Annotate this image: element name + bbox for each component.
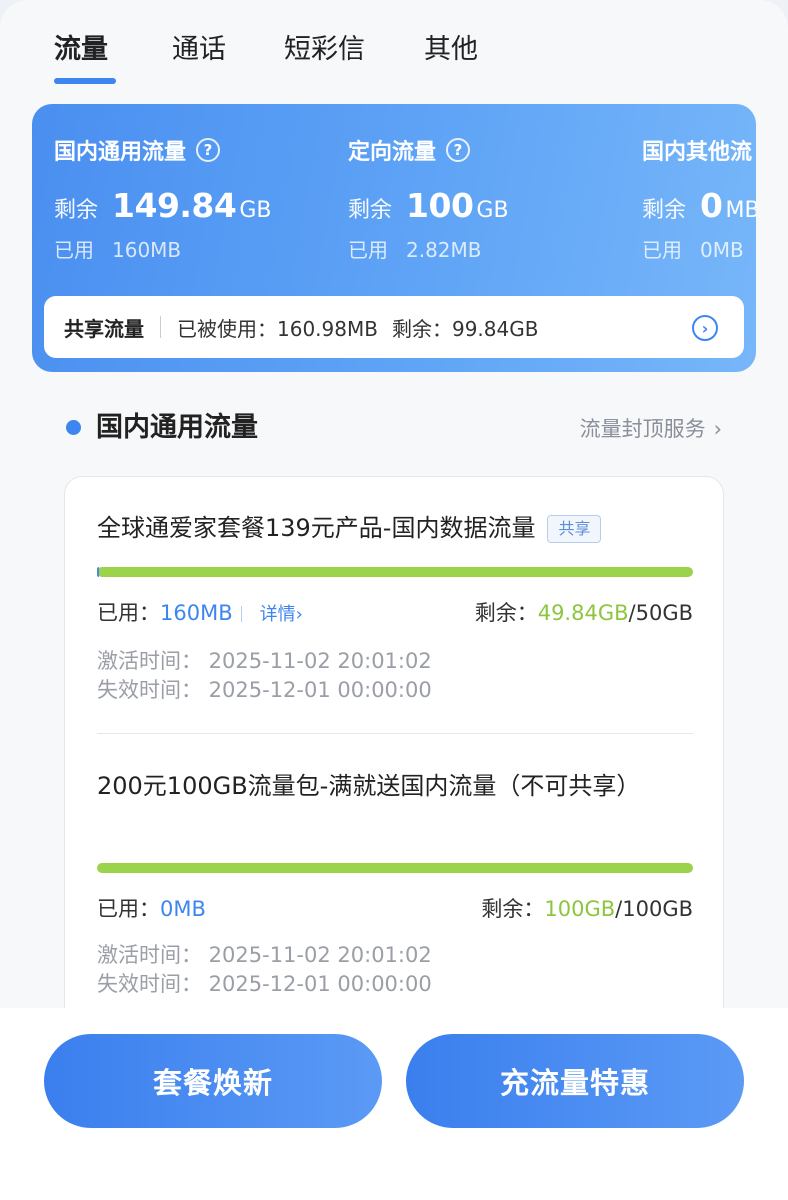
expiry-time: 失效时间： 2025-12-01 00:00:00: [97, 972, 432, 996]
plan-renew-button[interactable]: 套餐焕新: [44, 1034, 382, 1128]
section-header: 国内通用流量 流量封顶服务 ›: [66, 408, 722, 448]
package-name-row: 全球通爱家套餐139元产品-国内数据流量 共享: [97, 509, 693, 547]
data-recharge-button[interactable]: 充流量特惠: [406, 1034, 744, 1128]
help-icon[interactable]: ?: [446, 138, 471, 162]
remain-value: 149.84: [112, 186, 237, 225]
bottom-action-bar: 套餐焕新 充流量特惠: [0, 1008, 788, 1200]
total-value: /50GB: [628, 601, 693, 625]
usage-progress-bar: [97, 567, 693, 577]
data-cap-service-link[interactable]: 流量封顶服务 ›: [580, 414, 722, 444]
chevron-right-circle-icon[interactable]: ›: [692, 315, 718, 341]
tab-messages[interactable]: 短彩信: [284, 30, 365, 70]
remain-value: 100: [406, 186, 474, 225]
summary-column-directed[interactable]: 定向流量 ? 剩余 100 GB 已用 2.82MB: [348, 134, 509, 263]
usage-stats: 已用：0MB 剩余：100GB/100GB: [97, 893, 693, 927]
divider: [160, 316, 161, 338]
shared-remain-text: 剩余：99.84GB: [391, 316, 539, 341]
summary-column-domestic[interactable]: 国内通用流量 ? 剩余 149.84 GB 已用 160MB: [54, 134, 272, 263]
activation-time: 激活时间： 2025-11-02 20:01:02: [97, 649, 432, 673]
app-sheet: 流量 通话 短彩信 其他 国内通用流量 ? 剩余 149.84 GB 已用 160…: [0, 0, 788, 1200]
tab-calls[interactable]: 通话: [172, 30, 226, 70]
shared-used-text: 已被使用：160.98MB: [177, 316, 378, 341]
chevron-right-icon: ›: [295, 604, 303, 625]
activation-time: 激活时间： 2025-11-02 20:01:02: [97, 943, 432, 967]
package-divider: [97, 733, 693, 734]
used-value: 0MB: [160, 897, 206, 921]
used-label: 已用：: [97, 897, 160, 921]
package-name: 200元100GB流量包-满就送国内流量（不可共享）: [97, 772, 641, 800]
used-label: 已用: [348, 238, 388, 262]
tab-data[interactable]: 流量: [54, 30, 108, 70]
usage-progress-fill: [97, 567, 100, 577]
column-title: 国内通用流量: [54, 140, 187, 165]
used-value: 0MB: [700, 238, 744, 262]
remain-label: 剩余：: [481, 897, 545, 921]
remain-unit: GB: [239, 198, 272, 223]
tab-other[interactable]: 其他: [424, 30, 478, 70]
used-label: 已用: [642, 238, 682, 262]
remain-label: 剩余: [348, 198, 393, 223]
remain-value: 0: [700, 186, 723, 225]
section-title: 国内通用流量: [96, 412, 258, 443]
usage-stats: 已用：160MB 详情› 剩余：49.84GB/50GB: [97, 597, 693, 631]
data-summary-card: 国内通用流量 ? 剩余 149.84 GB 已用 160MB 定向流量 ? 剩余 …: [32, 104, 756, 372]
summary-column-other[interactable]: 国内其他流 剩余 0 MB 已用 0MB: [642, 134, 756, 263]
remain-unit: MB: [725, 198, 756, 223]
remain-value: 100GB: [544, 897, 616, 921]
remain-label: 剩余: [54, 198, 99, 223]
used-label: 已用: [54, 238, 94, 262]
column-title: 国内其他流: [642, 140, 753, 165]
expiry-time: 失效时间： 2025-12-01 00:00:00: [97, 678, 432, 702]
used-value: 160MB: [160, 601, 233, 625]
package-name: 全球通爱家套餐139元产品-国内数据流量: [97, 514, 536, 542]
column-title: 定向流量: [348, 140, 437, 165]
shared-data-title: 共享流量: [64, 316, 144, 341]
usage-progress-bar: [97, 863, 693, 873]
detail-label: 详情: [259, 604, 296, 625]
package-item: 200元100GB流量包-满就送国内流量（不可共享） 已用：0MB 剩余：100…: [97, 767, 693, 997]
used-value: 160MB: [112, 238, 182, 262]
bullet-dot: [66, 420, 81, 435]
help-icon[interactable]: ?: [196, 138, 221, 162]
used-value: 2.82MB: [406, 238, 482, 262]
tab-bar: 流量 通话 短彩信 其他: [0, 0, 788, 100]
active-tab-indicator: [54, 78, 116, 84]
total-value: /100GB: [615, 897, 693, 921]
used-label: 已用：: [97, 601, 160, 625]
remain-label: 剩余：: [474, 601, 538, 625]
divider: [240, 606, 242, 622]
shared-data-bar[interactable]: 共享流量 已被使用：160.98MB 剩余：99.84GB ›: [44, 296, 744, 358]
remain-value: 49.84GB: [537, 601, 629, 625]
remain-label: 剩余: [642, 198, 687, 223]
remain-unit: GB: [476, 198, 509, 223]
detail-link[interactable]: 详情›: [260, 604, 303, 625]
shared-tag: 共享: [547, 515, 602, 543]
link-label: 流量封顶服务: [579, 417, 706, 441]
package-list-card: 全球通爱家套餐139元产品-国内数据流量 共享 已用：160MB 详情› 剩余：49…: [64, 476, 724, 1096]
package-item: 全球通爱家套餐139元产品-国内数据流量 共享 已用：160MB 详情› 剩余：49…: [97, 509, 693, 709]
chevron-right-icon: ›: [713, 417, 722, 441]
